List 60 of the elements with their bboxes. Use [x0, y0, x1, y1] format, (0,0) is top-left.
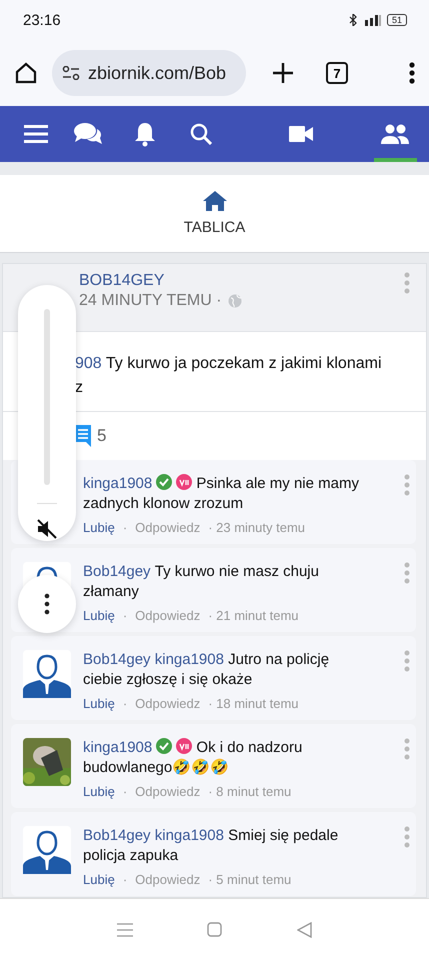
more-icon: [404, 474, 410, 496]
board-tab[interactable]: TABLICA: [184, 191, 246, 236]
people-icon: [381, 124, 410, 144]
signal-icon: [362, 14, 381, 26]
separator-dot: ·: [122, 872, 128, 887]
comment-time: · 18 minut temu: [208, 696, 299, 711]
avatar-icon: [23, 650, 71, 698]
back-button[interactable]: [296, 922, 312, 938]
new-tab-button[interactable]: [272, 62, 294, 84]
separator-dot: ·: [122, 696, 128, 711]
home-button[interactable]: [14, 61, 38, 85]
video-camera-icon: [289, 126, 313, 142]
mute-button[interactable]: [36, 518, 58, 540]
post-text: z: [75, 378, 84, 398]
more-icon: [44, 593, 50, 615]
comment-text: kinga1908 Ok i do nadzoru budowlanego🤣🤣🤣: [83, 738, 304, 778]
bell-icon: [134, 121, 156, 147]
globe-icon: [228, 294, 242, 308]
comment-time: · 21 minut temu: [208, 608, 299, 623]
like-link[interactable]: Lubię: [83, 608, 115, 623]
recent-apps-button[interactable]: [117, 922, 134, 936]
like-link[interactable]: Lubię: [83, 872, 115, 887]
tab-label: TABLICA: [184, 219, 246, 236]
chat-icon: [72, 122, 103, 146]
volume-slider[interactable]: [44, 309, 50, 485]
comment-text: Bob14gey kinga1908 Smiej się pedale policja zapuka: [83, 826, 340, 866]
url-text: zbiornik.com/Bob: [88, 62, 226, 84]
separator-dot: ·: [122, 520, 128, 535]
separator-dot: ·: [122, 784, 128, 799]
menu-button[interactable]: [409, 62, 415, 84]
like-link[interactable]: Lubię: [83, 784, 115, 799]
comment-time: · 8 minut temu: [208, 784, 292, 799]
comment-text: kinga1908 Psinka ale my nie mamy zadnych klonow zrozum: [83, 474, 360, 514]
like-link[interactable]: Lubię: [83, 696, 115, 711]
tab-switcher-button[interactable]: 7: [326, 62, 348, 84]
more-icon: [404, 272, 410, 294]
home-nav-button[interactable]: [207, 922, 222, 937]
clock: 23:16: [23, 12, 61, 28]
menu-icon: [24, 125, 48, 143]
address-bar[interactable]: zbiornik.com/Bob: [52, 50, 246, 96]
post-text: 908 Ty kurwo ja poczekam z jakimi klonami: [75, 354, 382, 374]
more-icon: [404, 562, 410, 584]
post-author[interactable]: BOB14GEY: [79, 272, 394, 290]
separator-dot: ·: [122, 608, 128, 623]
more-icon: [404, 650, 410, 672]
like-link[interactable]: Lubię: [83, 520, 115, 535]
more-icon: [404, 738, 410, 760]
search-icon: [190, 123, 212, 145]
bluetooth-icon: [348, 14, 357, 26]
comment-text: Bob14gey Ty kurwo nie masz chuju złamany: [83, 562, 320, 602]
comment-text: Bob14gey kinga1908 Jutro na policję ciebie zgłoszę i się okaże: [83, 650, 330, 690]
comment-time: · 23 minuty temu: [208, 520, 306, 535]
home-icon: [202, 191, 226, 211]
comment-count: 5: [97, 426, 106, 446]
avatar-icon: [23, 826, 71, 874]
post-time: 24 MINUTY TEMU ·: [79, 292, 222, 310]
site-settings-icon: [62, 66, 80, 80]
battery-level: 51: [386, 14, 407, 26]
comment-time: · 5 minut temu: [208, 872, 292, 887]
more-icon: [404, 826, 410, 848]
